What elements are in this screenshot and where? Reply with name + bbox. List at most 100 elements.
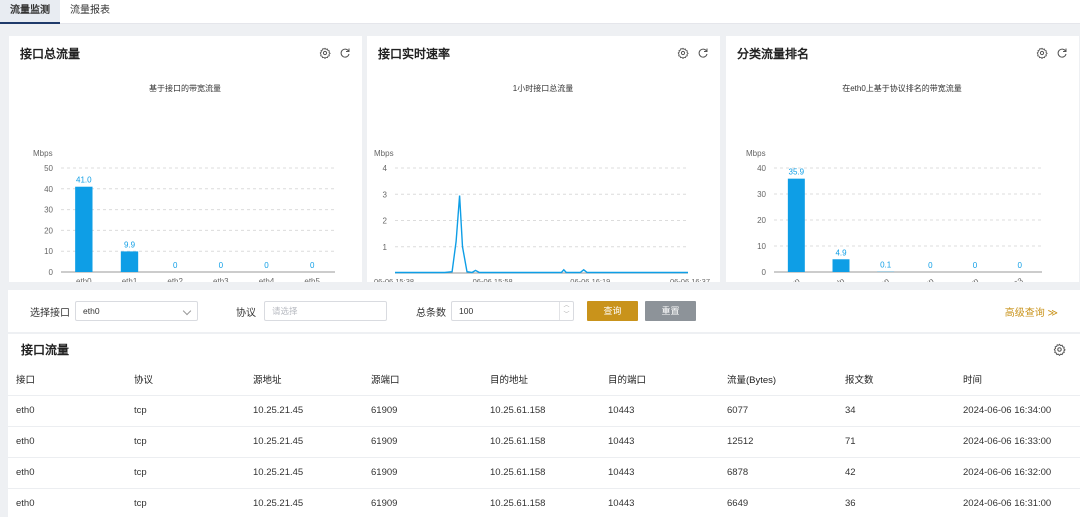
table-cell: 2024-06-06 16:33:00: [955, 426, 1080, 458]
protocol-select[interactable]: 请选择: [264, 301, 387, 321]
table-cell: tcp: [126, 457, 245, 489]
table-cell: 10.25.21.45: [245, 426, 363, 458]
bar: [787, 178, 805, 272]
reset-button[interactable]: 重置: [645, 301, 696, 321]
gear-icon[interactable]: [319, 47, 331, 59]
protocol-rank-bar-chart: 在eth0上基于协议排名的带宽流量 Mbps 0 10 20 30 40 35.9 tcp 4.9…: [746, 83, 1042, 282]
stepper-up-icon[interactable]: ︿: [560, 302, 573, 311]
interface-select[interactable]: eth0: [75, 301, 198, 321]
table-cell: 6649: [719, 488, 837, 517]
interface-select-value: eth0: [83, 306, 100, 316]
bar-value-label: 4.9: [835, 248, 847, 257]
table-cell: 10.25.61.158: [482, 457, 600, 489]
tab-traffic-report[interactable]: 流量报表: [60, 0, 120, 24]
gear-icon[interactable]: [1036, 47, 1048, 59]
refresh-icon[interactable]: [1056, 47, 1068, 59]
x-tick-label: eth2: [167, 277, 183, 282]
table-cell: 10443: [600, 488, 719, 517]
x-tick-label: 06-06 15:38: [374, 277, 414, 282]
bar-value-label: 0.1: [880, 261, 892, 270]
y-axis-unit: Mbps: [374, 149, 394, 158]
column-header[interactable]: 目的地址: [482, 364, 600, 396]
x-tick-label: eth1: [122, 277, 138, 282]
table-row[interactable]: eth0 tcp 10.25.21.45 61909 10.25.61.158 …: [8, 457, 1080, 489]
chart-subtitle: 基于接口的带宽流量: [149, 83, 221, 93]
column-header[interactable]: 接口: [8, 364, 126, 396]
x-tick-label: eth4: [259, 277, 275, 282]
y-tick-label: 4: [383, 164, 388, 173]
table-cell: 2024-06-06 16:32:00: [955, 457, 1080, 489]
table-cell: 2024-06-06 16:31:00: [955, 488, 1080, 517]
filter-bar: 选择接口 eth0 协议 请选择 总条数 100 ︿ ﹀ 查询 重置 高级查询 …: [8, 290, 1080, 332]
column-header[interactable]: 协议: [126, 364, 245, 396]
refresh-icon[interactable]: [339, 47, 351, 59]
y-tick-label: 1: [383, 243, 388, 252]
table-cell: 36: [837, 488, 955, 517]
table-cell: 10.25.21.45: [245, 488, 363, 517]
y-tick-label: 20: [44, 226, 53, 235]
x-tick-label: eth0: [76, 277, 92, 282]
table-cell: 10443: [600, 426, 719, 458]
bar-value-label: 0: [264, 261, 269, 270]
table-cell: eth0: [8, 457, 126, 489]
bar-value-label: 0: [219, 261, 224, 270]
column-header[interactable]: 目的端口: [600, 364, 719, 396]
stepper-down-icon[interactable]: ﹀: [560, 311, 573, 320]
column-header[interactable]: 流量(Bytes): [719, 364, 837, 396]
card-interface-realtime-rate: 接口实时速率 1小时接口总流量 Mbps 1 2 3 4 06-06 15:38 06-06 …: [367, 36, 720, 282]
table-cell: 10.25.61.158: [482, 395, 600, 427]
panel-title: 接口流量: [21, 342, 70, 357]
y-tick-label: 3: [383, 190, 388, 199]
bar: [75, 186, 93, 272]
y-tick-label: 40: [757, 164, 766, 173]
table-cell: 10443: [600, 395, 719, 427]
table-cell: 42: [837, 457, 955, 489]
column-header[interactable]: 时间: [955, 364, 1080, 396]
table-row[interactable]: eth0 tcp 10.25.21.45 61909 10.25.61.158 …: [8, 395, 1080, 427]
table-cell: 61909: [363, 395, 482, 427]
y-tick-label: 2: [383, 217, 388, 226]
table-cell: 61909: [363, 488, 482, 517]
table-row[interactable]: eth0 tcp 10.25.21.45 61909 10.25.61.158 …: [8, 426, 1080, 458]
chart-subtitle: 1小时接口总流量: [513, 83, 573, 93]
column-header[interactable]: 源端口: [363, 364, 482, 396]
table-cell: eth0: [8, 426, 126, 458]
x-tick-label: 06-06 15:58: [473, 277, 513, 282]
column-header[interactable]: 报文数: [837, 364, 955, 396]
y-axis-unit: Mbps: [746, 149, 766, 158]
traffic-table: 接口 协议 源地址 源端口 目的地址 目的端口 流量(Bytes) 报文数 时间…: [8, 364, 1080, 517]
table-cell: 10.25.61.158: [482, 488, 600, 517]
count-stepper[interactable]: ︿ ﹀: [559, 302, 573, 320]
table-cell: 6878: [719, 457, 837, 489]
table-cell: 6077: [719, 395, 837, 427]
y-tick-label: 0: [49, 268, 54, 277]
x-tick-label: igmp: [871, 276, 891, 282]
y-axis-unit: Mbps: [33, 149, 53, 158]
chevron-down-icon: [182, 306, 192, 316]
count-input[interactable]: 100 ︿ ﹀: [451, 301, 574, 321]
interface-total-bar-chart: 基于接口的带宽流量 Mbps 0 10 20 30 40 50 41.0 eth0 9.9 eth1 0…: [33, 83, 335, 282]
gear-icon[interactable]: [677, 47, 689, 59]
x-tick-label: eth3: [213, 277, 229, 282]
x-tick-label: icmp: [916, 276, 935, 282]
y-tick-label: 50: [44, 164, 53, 173]
table-cell: tcp: [126, 426, 245, 458]
bar-value-label: 41.0: [76, 176, 92, 185]
refresh-icon[interactable]: [697, 47, 709, 59]
count-label: 总条数: [416, 307, 446, 319]
tab-traffic-monitor[interactable]: 流量监测: [0, 0, 60, 24]
protocol-select-placeholder: 请选择: [272, 306, 298, 316]
x-tick-label: eth5: [304, 277, 320, 282]
table-row[interactable]: eth0 tcp 10.25.21.45 61909 10.25.61.158 …: [8, 488, 1080, 517]
table-cell: eth0: [8, 488, 126, 517]
x-tick-label: tcp: [788, 276, 802, 282]
query-button[interactable]: 查询: [587, 301, 638, 321]
advanced-query-link[interactable]: 高级查询 ≫: [1005, 304, 1058, 319]
column-header[interactable]: 源地址: [245, 364, 363, 396]
protocol-label: 协议: [236, 307, 256, 319]
table-cell: 10.25.21.45: [245, 395, 363, 427]
gear-icon[interactable]: [1053, 343, 1066, 356]
bar: [120, 251, 139, 272]
y-tick-label: 0: [762, 268, 767, 277]
card-interface-total-traffic: 接口总流量 基于接口的带宽流量 Mbps 0 10 20 30 40 50 41.0 eth0 9.…: [9, 36, 362, 282]
